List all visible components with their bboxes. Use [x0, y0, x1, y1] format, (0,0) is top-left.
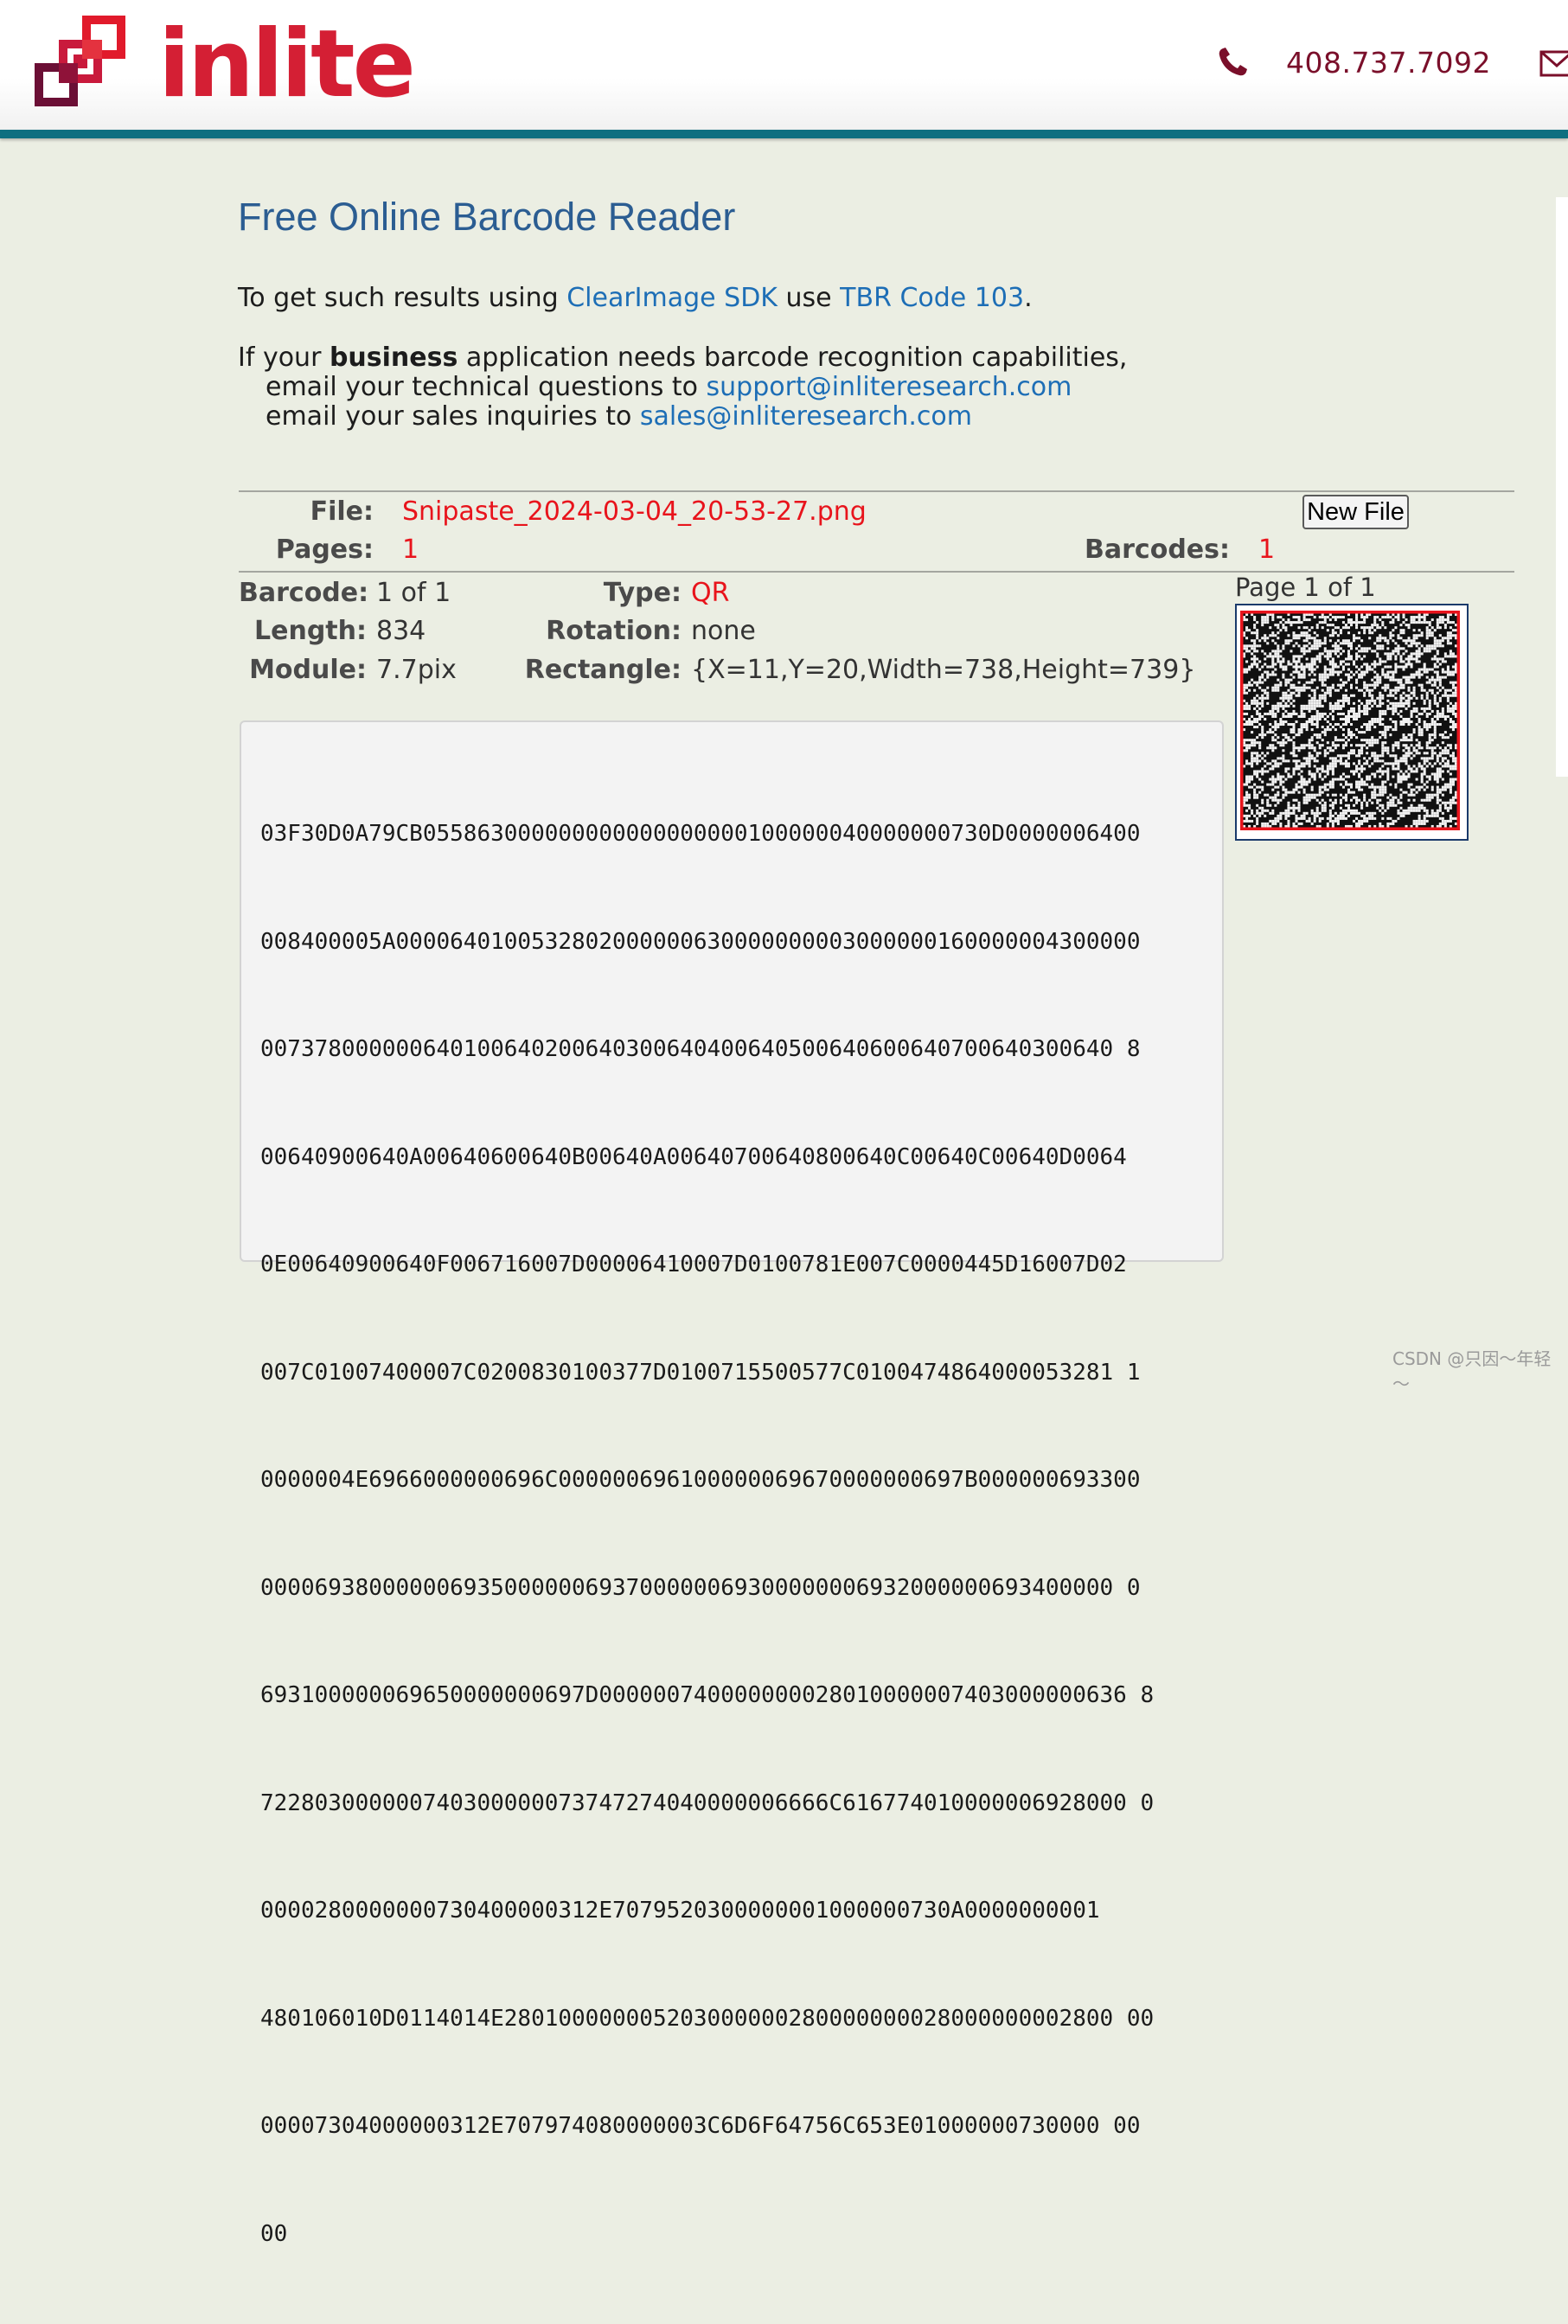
data-line: 0000693800000069350000006937000000693000…: [260, 1574, 1141, 1601]
data-line: 0E00640900640F006716007D00006410007D0100…: [260, 1252, 1127, 1277]
module-value: 7.7pix: [376, 655, 457, 685]
data-line: 0000280000000730400000312E70795203000000…: [260, 1898, 1100, 1924]
rectangle-value: {X=11,Y=20,Width=738,Height=739}: [691, 655, 1196, 685]
sales-email-link[interactable]: sales@inliteresearch.com: [640, 401, 972, 432]
file-name: Snipaste_2024-03-04_20-53-27.png: [402, 496, 867, 527]
site-header: inlite 408.737.7092: [0, 0, 1568, 130]
barcodes-value: 1: [1258, 535, 1276, 565]
data-line: 03F30D0A79CB0558630000000000000000001000…: [260, 821, 1141, 847]
data-line: 693100000069650000000697D000000740000000…: [260, 1682, 1155, 1708]
divider-top: [239, 490, 1514, 492]
barcode-value: 1 of 1: [376, 578, 451, 608]
barcodes-label: Barcodes:: [1085, 535, 1230, 565]
logo-text: inlite: [158, 10, 416, 118]
data-line: 480106010D0114014E2801000000052030000002…: [260, 2005, 1155, 2032]
clearimage-sdk-link[interactable]: ClearImage SDK: [566, 283, 778, 313]
tech-prefix: email your technical questions to: [266, 372, 707, 402]
length-label: Length:: [254, 616, 367, 646]
logo-mark-icon: [35, 16, 125, 106]
decoded-data-box[interactable]: 03F30D0A79CB0558630000000000000000001000…: [240, 720, 1224, 2247]
data-line: 7228030000007403000000737472740400000066…: [260, 1789, 1155, 1816]
business-suffix: application needs barcode recognition ca…: [458, 343, 1128, 373]
intro-mid: use: [777, 283, 841, 313]
data-line: 00640900640A00640600640B00640A0064070064…: [260, 1143, 1127, 1170]
data-line: 00: [260, 2220, 288, 2247]
new-file-button[interactable]: New File: [1302, 495, 1409, 529]
right-panel-edge: [1556, 197, 1568, 777]
tbr-code-link[interactable]: TBR Code 103: [840, 283, 1024, 313]
inlite-logo[interactable]: inlite: [35, 10, 416, 118]
rectangle-label: Rectangle:: [524, 655, 682, 685]
mail-icon[interactable]: [1539, 49, 1568, 79]
intro-prefix: To get such results using: [238, 283, 567, 313]
business-contact: If your business application needs barco…: [238, 343, 1127, 432]
business-line: If your business application needs barco…: [238, 343, 1127, 373]
rotation-label: Rotation:: [546, 616, 682, 646]
watermark: CSDN @只因～年轻～: [1392, 1348, 1552, 1394]
tech-line: email your technical questions to suppor…: [238, 373, 1127, 402]
sales-prefix: email your sales inquiries to: [266, 401, 640, 432]
page-caption: Page 1 of 1: [1235, 573, 1376, 602]
length-value: 834: [376, 616, 426, 646]
sales-line: email your sales inquiries to sales@inli…: [238, 402, 1127, 432]
header-divider: [0, 130, 1568, 138]
file-label: File:: [310, 496, 374, 527]
module-label: Module:: [249, 655, 367, 685]
data-line: 00007304000000312E707974080000003C6D6F64…: [260, 2113, 1141, 2139]
business-prefix: If your: [238, 343, 330, 373]
business-bold: business: [329, 343, 458, 373]
data-line: 0073780000006401006402006403006404006405…: [260, 1036, 1141, 1062]
decoded-data-lines: 03F30D0A79CB0558630000000000000000001000…: [260, 745, 1154, 2324]
pages-value: 1: [402, 535, 419, 565]
rotation-value: none: [691, 616, 756, 646]
pages-label: Pages:: [275, 535, 374, 565]
page-thumbnail[interactable]: [1235, 604, 1469, 841]
page-title: Free Online Barcode Reader: [238, 195, 736, 239]
type-label: Type:: [603, 578, 682, 608]
phone-icon: [1219, 48, 1247, 76]
type-value: QR: [691, 578, 730, 608]
phone-contact[interactable]: 408.737.7092: [1215, 43, 1491, 81]
qr-code-thumbnail: [1240, 611, 1460, 830]
intro-text: To get such results using ClearImage SDK…: [238, 284, 1033, 313]
intro-suffix: .: [1024, 283, 1033, 313]
support-email-link[interactable]: support@inliteresearch.com: [707, 372, 1072, 402]
data-line: 007C01007400007C0200830100377D0100715500…: [260, 1359, 1141, 1386]
data-line: 008400005A000064010053280200000063000000…: [260, 928, 1141, 955]
data-line: 0000004E6966000000696C000000696100000069…: [260, 1467, 1141, 1493]
phone-number[interactable]: 408.737.7092: [1286, 46, 1491, 80]
barcode-label: Barcode:: [239, 578, 369, 608]
